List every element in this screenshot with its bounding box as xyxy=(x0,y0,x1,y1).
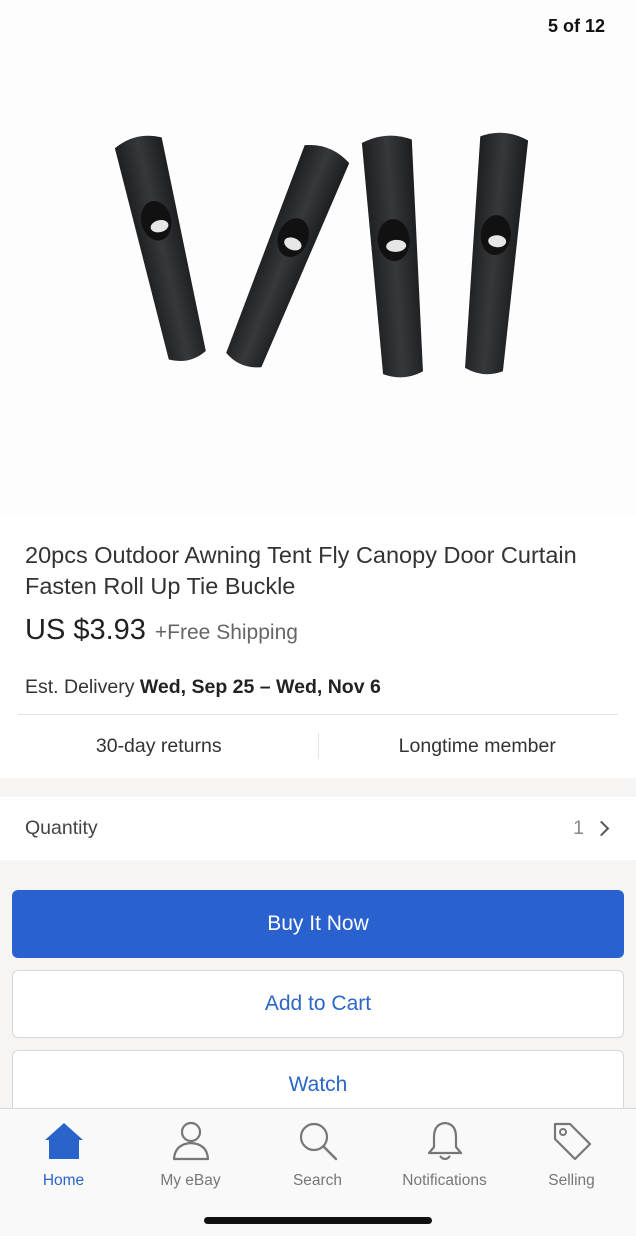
buy-it-now-button[interactable]: Buy It Now xyxy=(12,890,624,958)
seller-perks: 30-day returns Longtime member xyxy=(0,715,636,777)
shipping-info: +Free Shipping xyxy=(154,621,298,644)
tab-home-label: Home xyxy=(42,1172,85,1189)
tab-notifications-label: Notifications xyxy=(402,1172,487,1189)
returns-perk[interactable]: 30-day returns xyxy=(0,715,318,777)
delivery-dates: Wed, Sep 25 – Wed, Nov 6 xyxy=(139,676,381,698)
product-image[interactable] xyxy=(0,0,636,515)
estimated-delivery: Est. Delivery Wed, Sep 25 – Wed, Nov 6 xyxy=(25,676,381,699)
delivery-label: Est. Delivery xyxy=(25,676,140,698)
quantity-label: Quantity xyxy=(25,817,98,839)
tab-home[interactable]: Home xyxy=(0,1119,127,1190)
home-indicator xyxy=(204,1217,432,1224)
tab-selling-label: Selling xyxy=(548,1172,595,1189)
home-icon xyxy=(44,1123,83,1159)
chevron-right-icon xyxy=(593,820,610,837)
price-row: US $3.93 +Free Shipping xyxy=(25,614,298,647)
tab-notifications[interactable]: Notifications xyxy=(381,1119,508,1190)
toggle-2 xyxy=(226,144,350,368)
product-title: 20pcs Outdoor Awning Tent Fly Canopy Doo… xyxy=(25,542,577,599)
tag-icon xyxy=(553,1122,591,1161)
tab-my-ebay[interactable]: My eBay xyxy=(127,1119,254,1190)
section-spacer xyxy=(0,778,636,797)
search-icon xyxy=(299,1122,337,1161)
tab-search[interactable]: Search xyxy=(254,1119,381,1190)
product-photo-gallery[interactable]: 5 of 12 xyxy=(0,0,636,515)
image-counter: 5 of 12 xyxy=(547,16,605,36)
quantity-value: 1 xyxy=(573,817,584,839)
bottom-tab-bar: Home My eBay Search Notifications Sellin… xyxy=(0,1108,636,1236)
toggle-1 xyxy=(114,135,206,362)
tab-my-ebay-label: My eBay xyxy=(160,1172,221,1189)
toggle-4 xyxy=(465,132,529,375)
quantity-selector[interactable]: Quantity 1 xyxy=(0,797,636,860)
person-icon xyxy=(172,1121,209,1161)
tab-search-label: Search xyxy=(292,1172,343,1189)
bell-icon xyxy=(427,1121,462,1161)
tab-selling[interactable]: Selling xyxy=(508,1119,635,1190)
seller-perk[interactable]: Longtime member xyxy=(319,715,636,777)
price: US $3.93 xyxy=(25,614,146,646)
toggle-3 xyxy=(361,135,423,378)
add-to-cart-button[interactable]: Add to Cart xyxy=(12,970,624,1038)
